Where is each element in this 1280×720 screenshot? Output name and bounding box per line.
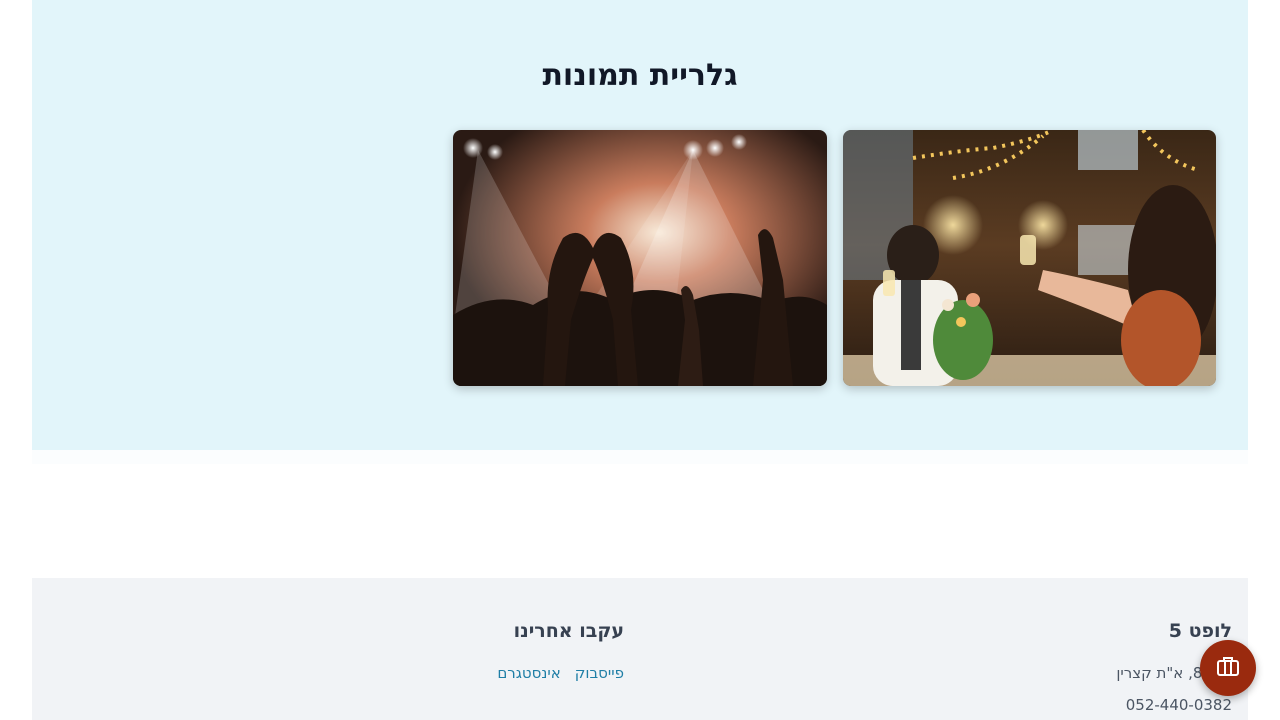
social-links: פייסבוק אינסטגרם	[497, 664, 624, 682]
floating-action-button[interactable]	[1200, 640, 1256, 696]
concert-image	[453, 130, 827, 386]
instagram-link[interactable]: אינסטגרם	[497, 664, 560, 682]
briefcase-icon	[1216, 655, 1240, 681]
gallery-title: גלריית תמונות	[542, 58, 738, 93]
venue-name: לופט 5	[1168, 620, 1232, 642]
facebook-link[interactable]: פייסבוק	[575, 664, 624, 682]
follow-heading: עקבו אחרינו	[513, 620, 624, 642]
concert-photo[interactable]	[453, 130, 827, 386]
party-image	[843, 130, 1216, 386]
phone-text: 052-440-0382	[1125, 696, 1232, 714]
spacer-band	[32, 450, 1248, 464]
party-photo[interactable]	[843, 130, 1216, 386]
footer: לופט 5 …ה 8, א"ת קצרין 052-440-0382 עקבו…	[32, 578, 1248, 720]
gallery-section: גלריית תמונות	[32, 0, 1248, 450]
